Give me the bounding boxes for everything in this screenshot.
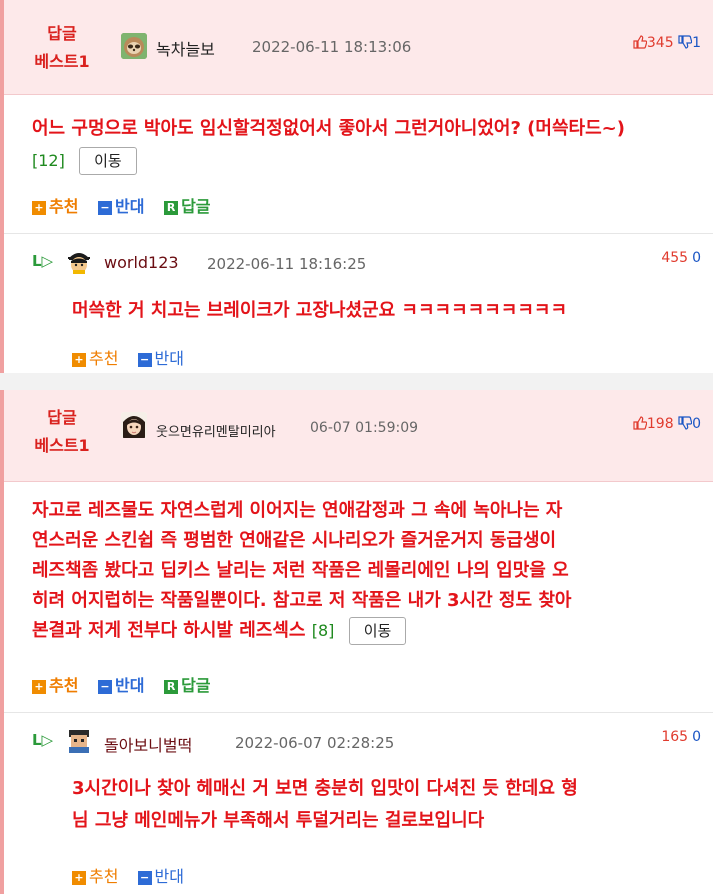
reply-text-line: 님 그냥 메인메뉴가 부족해서 투덜거리는 걸로보입니다: [72, 810, 485, 831]
move-button[interactable]: 이동: [348, 617, 407, 645]
thumb-down-icon[interactable]: [678, 35, 693, 53]
best-reply-label: 답글 베스트1: [32, 20, 92, 76]
best-label-line1: 답글: [47, 24, 77, 43]
reply-body: 머쓱한 거 치고는 브레이크가 고장나셨군요 ㅋㅋㅋㅋㅋㅋㅋㅋㅋㅋ: [72, 300, 568, 321]
votes-up-count: 198: [646, 416, 674, 432]
avatar[interactable]: [121, 412, 147, 438]
reply-icon: R: [164, 680, 179, 694]
recommend-label: 추천: [49, 676, 79, 695]
reply-text-line: 3시간이나 찾아 헤매신 거 보면 충분히 입맛이 다셔진 듯 한데요 형: [72, 778, 578, 799]
anime-girl-avatar-icon: [121, 412, 147, 438]
reply-votes: 165 0: [661, 729, 701, 745]
thumb-up-icon[interactable]: [633, 35, 648, 53]
reply-votes-down: 0: [692, 250, 701, 266]
divider: [4, 233, 713, 234]
move-button[interactable]: 이동: [79, 147, 137, 175]
reply-oppose-button[interactable]: − 반대: [137, 863, 184, 887]
reply-arrow-icon: L▷: [32, 731, 54, 749]
votes-down-count: 0: [692, 416, 701, 432]
divider: [4, 712, 713, 713]
minus-icon: −: [137, 353, 152, 367]
comment-nickname[interactable]: 웃으면유리멘탈미리아: [156, 421, 276, 440]
minus-icon: −: [137, 871, 152, 885]
reply-arrow-icon: L▷: [32, 252, 54, 270]
reply-actions: + 추천 − 반대: [72, 863, 198, 887]
reply-body: 3시간이나 찾아 헤매신 거 보면 충분히 입맛이 다셔진 듯 한데요 형 님 …: [72, 773, 693, 837]
reply-count: [8]: [311, 621, 335, 640]
plus-icon: +: [72, 353, 86, 367]
recommend-label: 추천: [89, 349, 119, 368]
oppose-button[interactable]: − 반대: [98, 672, 144, 696]
comment-text-line: 히려 어지럽히는 작품일뿐이다. 참고로 저 작품은 내가 3시간 정도 찾아: [32, 590, 572, 611]
best-reply-label: 답글 베스트1: [32, 404, 92, 460]
comment-actions: + 추천 − 반대 R 답글: [32, 672, 225, 696]
sloth-avatar-icon: [121, 33, 147, 59]
reply-votes: 455 0: [661, 250, 701, 266]
reply-votes-up: 165: [661, 729, 689, 745]
reply-actions: + 추천 − 반대: [72, 345, 198, 369]
reply-nickname[interactable]: world123: [104, 253, 179, 272]
comment-card: 답글 베스트1 녹차늘보 2022-06-11 18:13:06 345 1 어…: [0, 0, 713, 373]
reply-oppose-button[interactable]: − 반대: [137, 345, 184, 369]
reply-recommend-button[interactable]: + 추천: [72, 863, 118, 887]
comment-votes: 345 1: [633, 35, 701, 53]
reply-date: 2022-06-11 18:16:25: [207, 255, 367, 273]
comment-body: 자고로 레즈물도 자연스럽게 이어지는 연애감정과 그 속에 녹아나는 자 연스…: [32, 496, 699, 646]
votes-up-count: 345: [646, 35, 674, 51]
comment-card: 답글 베스트1 웃으면유리멘탈미리아 06-07 01:59:09 198 0: [0, 390, 713, 894]
reply-label: 답글: [181, 676, 211, 695]
comment-text-line: 자고로 레즈물도 자연스럽게 이어지는 연애감정과 그 속에 녹아나는 자: [32, 500, 563, 521]
best-label-line2: 베스트1: [34, 436, 90, 455]
reply-date: 2022-06-07 02:28:25: [235, 734, 395, 752]
recommend-label: 추천: [49, 197, 79, 216]
best-label-line1: 답글: [47, 408, 77, 427]
comment-nickname[interactable]: 녹차늘보: [156, 36, 215, 60]
plus-icon: +: [72, 871, 86, 885]
comment-date: 2022-06-11 18:13:06: [252, 38, 412, 56]
best-label-line2: 베스트1: [34, 52, 90, 71]
comment-header: 답글 베스트1 녹차늘보 2022-06-11 18:13:06 345 1: [4, 0, 713, 95]
reply-votes-down: 0: [692, 729, 701, 745]
boy-avatar-icon: [66, 248, 92, 274]
reply-nickname[interactable]: 돌아보니벌떡: [104, 732, 192, 756]
thumb-up-icon[interactable]: [633, 416, 648, 434]
reply-label: 답글: [181, 197, 211, 216]
oppose-button[interactable]: − 반대: [98, 193, 144, 217]
oppose-label: 반대: [154, 867, 184, 886]
minus-icon: −: [98, 680, 113, 694]
pixel-man-avatar-icon: [66, 727, 92, 753]
reply-recommend-button[interactable]: + 추천: [72, 345, 118, 369]
oppose-label: 반대: [115, 676, 145, 695]
oppose-label: 반대: [115, 197, 145, 216]
comment-actions: + 추천 − 반대 R 답글: [32, 193, 225, 217]
avatar[interactable]: [66, 727, 92, 753]
reply-button[interactable]: R 답글: [164, 672, 211, 696]
comment-text-line: 레즈책좀 봤다고 딥키스 날리는 저런 작품은 레몰리에인 나의 입맛을 오: [32, 560, 569, 581]
reply-count: [12]: [32, 151, 65, 170]
comment-header: 답글 베스트1 웃으면유리멘탈미리아 06-07 01:59:09 198 0: [4, 390, 713, 482]
comment-text-line: 연스러운 스킨쉽 즉 평범한 연애같은 시나리오가 즐거운거지 동급생이: [32, 530, 557, 551]
comment-date: 06-07 01:59:09: [310, 420, 419, 436]
avatar[interactable]: [121, 33, 147, 59]
reply-votes-up: 455: [661, 250, 689, 266]
comment-body: 어느 구멍으로 박아도 임신할걱정없어서 좋아서 그런거아니었어? (머쓱타드~…: [32, 114, 699, 175]
comment-text-line: 본결과 저게 전부다 하시발 레즈섹스: [32, 620, 306, 641]
reply-icon: R: [164, 201, 179, 215]
thumb-down-icon[interactable]: [678, 416, 693, 434]
oppose-label: 반대: [154, 349, 184, 368]
reply-button[interactable]: R 답글: [164, 193, 211, 217]
recommend-button[interactable]: + 추천: [32, 193, 78, 217]
recommend-button[interactable]: + 추천: [32, 672, 78, 696]
minus-icon: −: [98, 201, 113, 215]
comment-text: 어느 구멍으로 박아도 임신할걱정없어서 좋아서 그런거아니었어? (머쓱타드~…: [32, 118, 625, 139]
comment-separator: [0, 373, 713, 390]
recommend-label: 추천: [89, 867, 119, 886]
plus-icon: +: [32, 680, 46, 694]
comment-votes: 198 0: [633, 416, 701, 434]
votes-down-count: 1: [692, 35, 701, 51]
plus-icon: +: [32, 201, 46, 215]
avatar[interactable]: [66, 248, 92, 274]
